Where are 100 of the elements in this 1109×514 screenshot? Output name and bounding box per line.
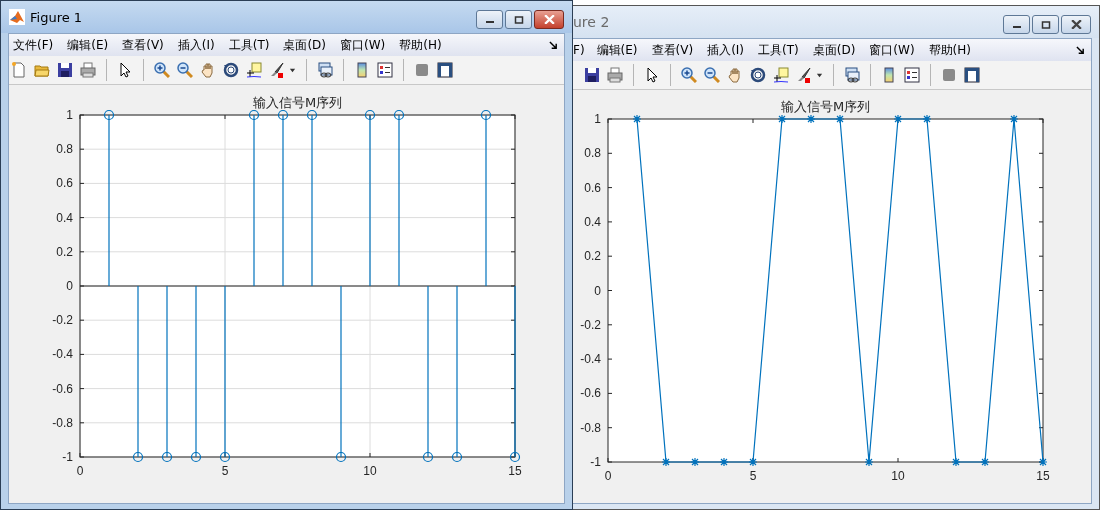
pointer-icon[interactable] <box>644 67 660 83</box>
colorbar-icon[interactable] <box>881 67 897 83</box>
close-button[interactable] <box>1061 15 1091 34</box>
menu-item[interactable]: F) <box>573 43 585 57</box>
save-icon[interactable] <box>584 67 600 83</box>
maximize-icon <box>1040 20 1051 29</box>
axis-tick-label: 0.6 <box>56 176 73 191</box>
axis-tick-label: -0.2 <box>580 317 601 332</box>
menu-item[interactable]: 工具(T) <box>228 36 270 54</box>
star-marker <box>980 457 990 467</box>
data-cursor-icon[interactable] <box>246 62 262 78</box>
window-title: Figure 1 <box>30 9 83 25</box>
axis-tick-label: 0.2 <box>56 244 73 259</box>
star-marker <box>1038 457 1048 467</box>
zoom-out-icon[interactable] <box>177 62 193 78</box>
printer-icon[interactable] <box>607 67 623 83</box>
caret-icon[interactable] <box>816 71 823 79</box>
axis-tick-label: -1 <box>62 450 73 464</box>
axis-tick-label: 15 <box>1036 469 1050 483</box>
axis-tick-label: 10 <box>891 469 905 483</box>
caret-icon[interactable] <box>289 66 296 74</box>
axis-tick-label: 5 <box>221 464 229 478</box>
square-icon[interactable] <box>941 67 957 83</box>
menu-item[interactable]: 插入(I) <box>707 41 745 59</box>
star-marker <box>951 457 961 467</box>
link-icon[interactable] <box>844 67 860 83</box>
hand-icon[interactable] <box>200 62 216 78</box>
star-marker <box>922 114 932 124</box>
window-icon[interactable] <box>437 62 453 78</box>
link-icon[interactable] <box>317 62 333 78</box>
data-cursor-icon[interactable] <box>773 67 789 83</box>
axis-tick-label: 0.2 <box>584 249 601 264</box>
brush-icon[interactable] <box>269 62 285 78</box>
colorbar-icon[interactable] <box>354 62 370 78</box>
folder-icon[interactable] <box>34 62 50 78</box>
menu-item[interactable]: 桌面(D) <box>812 41 856 59</box>
axis-tick-label: 1 <box>66 108 73 122</box>
close-icon <box>1070 20 1082 29</box>
star-marker <box>719 457 729 467</box>
zoom-in-icon[interactable] <box>154 62 170 78</box>
axis-tick-label: 0.8 <box>56 142 73 157</box>
app-icon <box>9 9 25 25</box>
axis-tick-label: 15 <box>508 464 522 478</box>
menu-item[interactable]: 工具(T) <box>758 41 799 59</box>
axis-tick-label: -0.4 <box>580 352 601 367</box>
close-button[interactable] <box>534 10 564 29</box>
legend-icon[interactable] <box>904 67 920 83</box>
rotate-icon[interactable] <box>750 67 766 83</box>
axis-tick-label: 0 <box>604 469 612 483</box>
star-marker <box>632 114 642 124</box>
axis-tick-label: -0.4 <box>52 347 73 362</box>
menu-item[interactable]: 桌面(D) <box>283 36 326 54</box>
maximize-button[interactable] <box>505 10 532 29</box>
star-marker <box>806 114 816 124</box>
menu-item[interactable]: 查看(V) <box>122 36 164 54</box>
menu-item[interactable]: 编辑(E) <box>67 36 109 54</box>
hand-icon[interactable] <box>727 67 743 83</box>
dock-arrow-icon[interactable] <box>549 40 558 50</box>
star-marker <box>1009 114 1019 124</box>
axis-tick-label: -1 <box>590 455 601 469</box>
axis-tick-label: -0.6 <box>580 386 601 401</box>
legend-icon[interactable] <box>377 62 393 78</box>
menu-item[interactable]: 帮助(H) <box>928 41 971 59</box>
axis-tick-label: 10 <box>363 464 377 478</box>
menu-item[interactable]: 窗口(W) <box>869 41 915 59</box>
menu-item[interactable]: 查看(V) <box>651 41 694 59</box>
printer-icon[interactable] <box>80 62 96 78</box>
star-marker <box>748 457 758 467</box>
pointer-icon[interactable] <box>117 62 133 78</box>
axis-tick-label: 1 <box>594 112 601 126</box>
menu-item[interactable]: 帮助(H) <box>399 36 442 54</box>
axis-tick-label: -0.8 <box>580 420 601 435</box>
axis-tick-label: -0.8 <box>52 415 73 430</box>
axis-tick-label: 0.8 <box>584 146 601 161</box>
menu-item[interactable]: 窗口(W) <box>340 36 386 54</box>
maximize-button[interactable] <box>1032 15 1059 34</box>
menu-item[interactable]: 编辑(E) <box>596 41 638 59</box>
menu-item[interactable]: 文件(F) <box>13 36 54 54</box>
axis-tick-label: 0.4 <box>56 210 73 225</box>
star-marker <box>893 114 903 124</box>
star-marker <box>864 457 874 467</box>
minimize-button[interactable] <box>1003 15 1030 34</box>
menu-item[interactable]: 插入(I) <box>177 36 215 54</box>
axis-tick-label: 5 <box>749 469 757 483</box>
brush-icon[interactable] <box>796 67 812 83</box>
axis-tick-label: 0.6 <box>584 180 601 195</box>
window-icon[interactable] <box>964 67 980 83</box>
star-marker <box>835 114 845 124</box>
rotate-icon[interactable] <box>223 62 239 78</box>
zoom-out-icon[interactable] <box>704 67 720 83</box>
zoom-in-icon[interactable] <box>681 67 697 83</box>
star-marker <box>777 114 787 124</box>
dock-arrow-icon[interactable] <box>1076 45 1085 55</box>
square-icon[interactable] <box>414 62 430 78</box>
axis-tick-label: -0.2 <box>52 313 73 328</box>
axis-tick-label: 0 <box>66 279 73 293</box>
save-icon[interactable] <box>57 62 73 78</box>
maximize-icon <box>513 15 524 24</box>
chart-title: 输入信号M序列 <box>780 99 871 114</box>
minimize-button[interactable] <box>476 10 503 29</box>
